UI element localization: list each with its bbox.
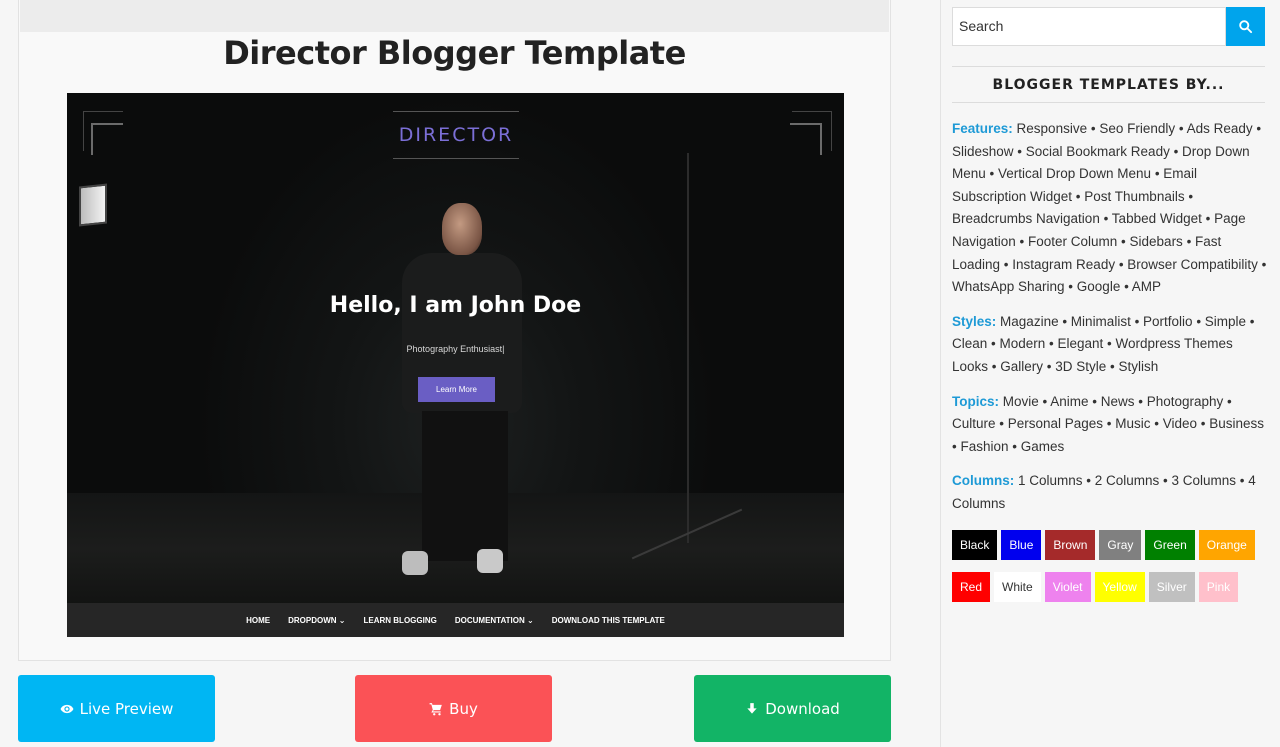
buy-button[interactable]: Buy xyxy=(355,675,552,742)
download-button[interactable]: Download xyxy=(694,675,891,742)
download-arrow-icon xyxy=(747,702,757,714)
topics-paragraph: Topics: Movie • Anime • News • Photograp… xyxy=(952,391,1268,459)
buy-label: Buy xyxy=(449,699,478,718)
search-input[interactable]: Search xyxy=(952,7,1226,46)
color-filter-row: Black Blue Brown Gray Green Orange xyxy=(952,530,1268,560)
color-filter-violet[interactable]: Violet xyxy=(1044,572,1091,602)
person-shoe-left xyxy=(402,551,428,575)
features-label: Features: xyxy=(952,121,1013,136)
preview-logo: DIRECTOR xyxy=(393,111,519,159)
preview-learn-more-button: Learn More xyxy=(418,377,495,402)
preview-hero-subtitle: Photography Enthusiast| xyxy=(406,344,505,354)
template-attributes: Features: Responsive • Seo Friendly • Ad… xyxy=(952,118,1268,528)
styles-list[interactable]: Magazine • Minimalist • Portfolio • Simp… xyxy=(952,314,1255,374)
styles-label: Styles: xyxy=(952,313,997,329)
sidebar: Search BLOGGER TEMPLATES BY... Features:… xyxy=(940,0,1280,747)
preview-nav-bar: HOME DROPDOWN ⌄ LEARN BLOGGING DOCUMENTA… xyxy=(67,603,844,637)
color-filter-blue[interactable]: Blue xyxy=(1001,530,1042,560)
features-paragraph: Features: Responsive • Seo Friendly • Ad… xyxy=(952,118,1268,299)
live-preview-button[interactable]: Live Preview xyxy=(18,675,215,742)
card-top-bar xyxy=(20,0,889,32)
color-filter-black[interactable]: Black xyxy=(952,530,998,560)
preview-nav-item: DROPDOWN ⌄ xyxy=(288,615,346,625)
person-head xyxy=(442,203,482,255)
preview-nav-item: LEARN BLOGGING xyxy=(363,615,437,625)
search-icon xyxy=(1239,20,1253,34)
preview-nav-item: DOCUMENTATION ⌄ xyxy=(454,615,534,625)
topics-list[interactable]: Movie • Anime • News • Photography • Cul… xyxy=(952,394,1264,454)
color-filter-green[interactable]: Green xyxy=(1145,530,1195,560)
eye-icon xyxy=(60,704,74,713)
columns-paragraph: Columns: 1 Columns • 2 Columns • 3 Colum… xyxy=(952,470,1268,515)
preview-nav-item: DOWNLOAD THIS TEMPLATE xyxy=(551,615,665,625)
color-filter-orange[interactable]: Orange xyxy=(1198,530,1255,560)
frame-corner-top-left-inner xyxy=(91,123,123,155)
template-screenshot[interactable]: DIRECTOR Hello, I am John Doe Photograph… xyxy=(67,93,844,637)
search-button[interactable] xyxy=(1226,7,1265,46)
color-filter-yellow[interactable]: Yellow xyxy=(1094,572,1145,602)
preview-nav-item: HOME xyxy=(246,615,271,625)
color-filter-brown[interactable]: Brown xyxy=(1045,530,1096,560)
features-list[interactable]: Responsive • Seo Friendly • Ads Ready • … xyxy=(952,121,1266,294)
studio-lamp xyxy=(79,183,107,227)
color-filter-red[interactable]: Red xyxy=(952,572,991,602)
color-filters: Black Blue Brown Gray Green Orange Red White Vi… xyxy=(952,530,1268,614)
template-card: Director Blogger Template DIRECTOR Hello… xyxy=(18,0,891,661)
columns-label: Columns: xyxy=(952,473,1015,489)
live-preview-label: Live Preview xyxy=(79,699,174,718)
color-filter-white[interactable]: White xyxy=(994,572,1041,602)
color-filter-gray[interactable]: Gray xyxy=(1099,530,1142,560)
post-title: Director Blogger Template xyxy=(223,34,686,72)
sidebar-heading: BLOGGER TEMPLATES BY... xyxy=(952,66,1265,103)
styles-paragraph: Styles: Magazine • Minimalist • Portfoli… xyxy=(952,311,1268,379)
cart-icon xyxy=(429,702,442,715)
topics-label: Topics: xyxy=(952,393,999,409)
frame-corner-top-right-inner xyxy=(790,123,822,155)
download-label: Download xyxy=(765,699,840,718)
color-filter-silver[interactable]: Silver xyxy=(1148,572,1195,602)
color-filter-row: Red White Violet Yellow Silver Pink xyxy=(952,572,1268,602)
person-legs xyxy=(422,411,508,561)
preview-hero-title: Hello, I am John Doe xyxy=(329,293,582,318)
color-filter-pink[interactable]: Pink xyxy=(1198,572,1239,602)
person-shoe-right xyxy=(477,549,503,573)
